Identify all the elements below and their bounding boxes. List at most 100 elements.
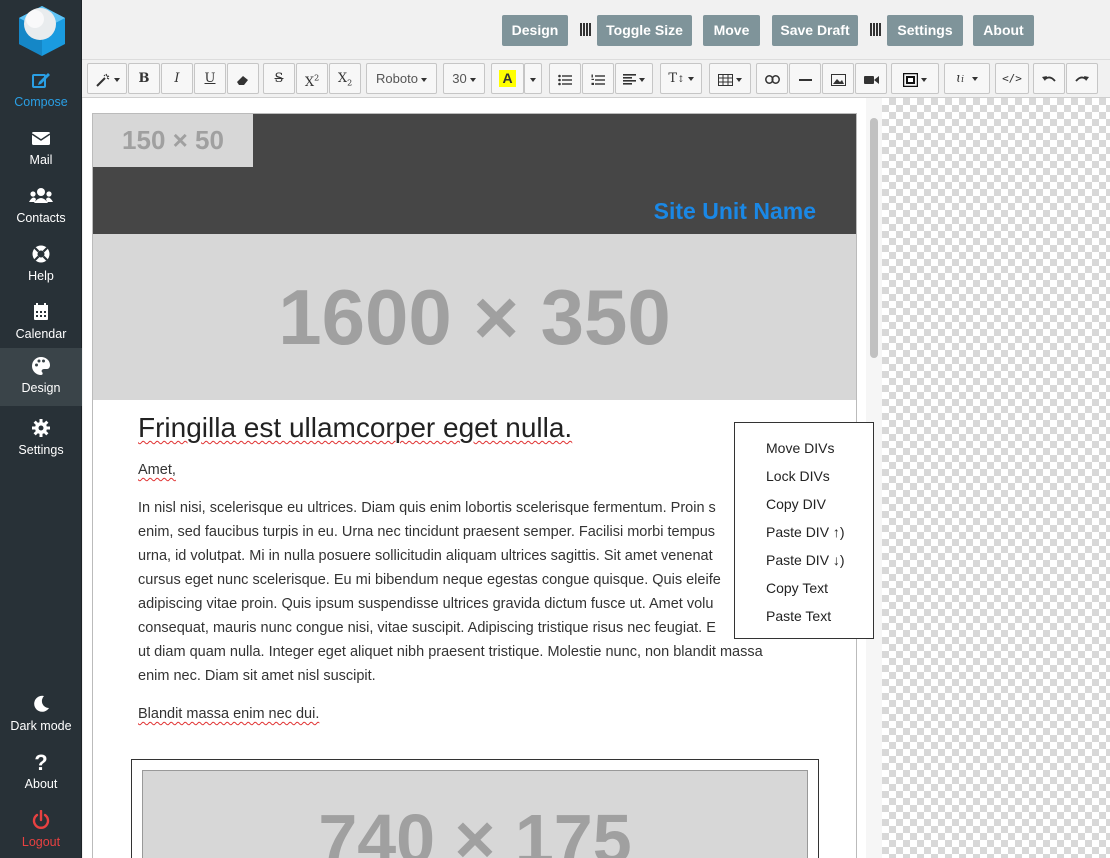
superscript-button[interactable]: X2 — [296, 63, 328, 94]
font-family-select[interactable]: Roboto — [366, 63, 437, 94]
text-style-dropdown[interactable]: ɩi — [944, 63, 990, 94]
link-icon — [764, 71, 780, 86]
sidebar-item-compose[interactable]: Compose — [0, 64, 82, 120]
greeting-text: Amet, — [138, 462, 176, 478]
menu-item-copy-div[interactable]: Copy DIV — [735, 490, 873, 518]
menu-item-lock-divs[interactable]: Lock DIVs — [735, 462, 873, 490]
bullet-list-button[interactable] — [549, 63, 581, 94]
compose-icon — [0, 70, 82, 92]
undo-icon — [1042, 71, 1056, 86]
eraser-button[interactable] — [227, 63, 259, 94]
numbered-list-button[interactable] — [582, 63, 614, 94]
body-line: consequat, mauris nunc congue nisi, vita… — [138, 620, 716, 636]
sidebar-item-label: About — [24, 777, 58, 791]
menu-item-paste-div-below[interactable]: Paste DIV ↓) — [735, 546, 873, 574]
table-dropdown[interactable] — [709, 63, 751, 94]
magic-wand-icon — [95, 71, 111, 87]
align-dropdown[interactable] — [615, 63, 653, 94]
strikethrough-button[interactable]: S — [263, 63, 295, 94]
highlight-color-button[interactable]: A — [491, 63, 524, 94]
settings-button[interactable]: Settings — [887, 15, 963, 46]
menu-item-move-divs[interactable]: Move DIVs — [735, 434, 873, 462]
site-name[interactable]: Site Unit Name — [654, 198, 816, 225]
eraser-icon — [236, 71, 250, 86]
sidebar-item-label: Contacts — [16, 211, 66, 225]
align-icon — [623, 71, 636, 86]
image-button[interactable] — [822, 63, 854, 94]
bold-button[interactable]: B — [128, 63, 160, 94]
italic-button[interactable]: I — [161, 63, 193, 94]
code-view-button[interactable]: </> — [995, 63, 1029, 94]
image-card-block[interactable]: 740 × 175 — [131, 759, 819, 858]
highlight-icon: A — [499, 70, 516, 87]
sidebar-item-about[interactable]: ? About — [0, 746, 82, 802]
closing-text: Blandit massa enim nec dui. — [138, 706, 320, 722]
sidebar-item-calendar[interactable]: Calendar — [0, 296, 82, 352]
headline[interactable]: Fringilla est ullamcorper eget nulla. — [138, 412, 788, 444]
link-button[interactable] — [756, 63, 788, 94]
editor-toolbar: B I U S X2 X2 Roboto 30 A T↕ ɩi </> — [82, 60, 1110, 98]
lifebuoy-icon — [0, 244, 82, 266]
move-button[interactable]: Move — [703, 15, 760, 46]
drag-handle-icon[interactable] — [580, 23, 592, 37]
horizontal-rule-icon — [798, 71, 812, 86]
gear-icon — [0, 418, 82, 440]
video-button[interactable] — [855, 63, 887, 94]
subscript-button[interactable]: X2 — [329, 63, 361, 94]
content-block[interactable]: Fringilla est ullamcorper eget nulla. Am… — [138, 410, 788, 726]
text-style-icon: ɩi — [956, 71, 964, 86]
horizontal-rule-button[interactable] — [789, 63, 821, 94]
sidebar-item-label: Dark mode — [10, 719, 72, 733]
greeting[interactable]: Amet, — [138, 458, 788, 482]
dark-mode-toggle[interactable]: Dark mode — [0, 688, 82, 744]
design-button[interactable]: Design — [502, 15, 568, 46]
menu-item-copy-text[interactable]: Copy Text — [735, 574, 873, 602]
underline-icon: U — [204, 71, 216, 86]
bold-icon: B — [138, 71, 150, 86]
image-icon — [830, 71, 846, 86]
sidebar-item-help[interactable]: Help — [0, 238, 82, 294]
sidebar-item-design[interactable]: Design — [0, 348, 82, 406]
save-draft-button[interactable]: Save Draft — [772, 15, 858, 46]
body-line: adipiscing vitae proin. Quis ipsum suspe… — [138, 596, 714, 612]
context-menu: Move DIVs Lock DIVs Copy DIV Paste DIV ↑… — [734, 422, 874, 639]
text-size-dropdown[interactable]: T↕ — [660, 63, 702, 94]
font-size-value: 30 — [452, 71, 467, 86]
body-line: enim nec. Diam sit amet nisl suscipit. — [138, 668, 376, 684]
hero-image-placeholder[interactable]: 1600 × 350 — [93, 234, 856, 400]
closing-line[interactable]: Blandit massa enim nec dui. — [138, 702, 788, 726]
sidebar-item-label: Logout — [21, 835, 61, 849]
logo-placeholder[interactable]: 150 × 50 — [93, 114, 253, 167]
magic-wand-button[interactable] — [87, 63, 127, 94]
text-height-icon: T↕ — [668, 71, 685, 86]
sidebar-item-settings[interactable]: Settings — [0, 412, 82, 468]
strikethrough-icon: S — [274, 71, 284, 86]
bullet-list-icon — [558, 71, 572, 86]
body-paragraph[interactable]: In nisl nisi, scelerisque eu ultrices. D… — [138, 496, 788, 688]
sidebar-item-mail[interactable]: Mail — [0, 122, 82, 178]
power-icon — [0, 809, 82, 832]
menu-item-paste-div-above[interactable]: Paste DIV ↑) — [735, 518, 873, 546]
palette-icon — [0, 356, 82, 378]
sidebar-item-label: Compose — [14, 95, 68, 109]
background-dropdown[interactable] — [891, 63, 939, 94]
toggle-size-button[interactable]: Toggle Size — [597, 15, 692, 46]
drag-handle-icon[interactable] — [870, 23, 882, 37]
font-size-select[interactable]: 30 — [443, 63, 485, 94]
calendar-icon — [0, 302, 82, 324]
redo-button[interactable] — [1066, 63, 1098, 94]
video-icon — [863, 71, 879, 86]
header-block[interactable]: 150 × 50 Site Unit Name — [93, 114, 856, 234]
mail-icon — [0, 128, 82, 150]
menu-item-paste-text[interactable]: Paste Text — [735, 602, 873, 630]
app-logo — [17, 4, 67, 56]
sidebar: Compose Mail Contacts Help Calendar Desi… — [0, 0, 82, 858]
logout-button[interactable]: Logout — [0, 804, 82, 858]
undo-button[interactable] — [1033, 63, 1065, 94]
scrollbar-thumb[interactable] — [870, 118, 878, 358]
card-image-placeholder[interactable]: 740 × 175 — [142, 770, 808, 858]
highlight-dropdown[interactable] — [524, 63, 542, 94]
underline-button[interactable]: U — [194, 63, 226, 94]
sidebar-item-contacts[interactable]: Contacts — [0, 180, 82, 236]
about-button[interactable]: About — [973, 15, 1034, 46]
